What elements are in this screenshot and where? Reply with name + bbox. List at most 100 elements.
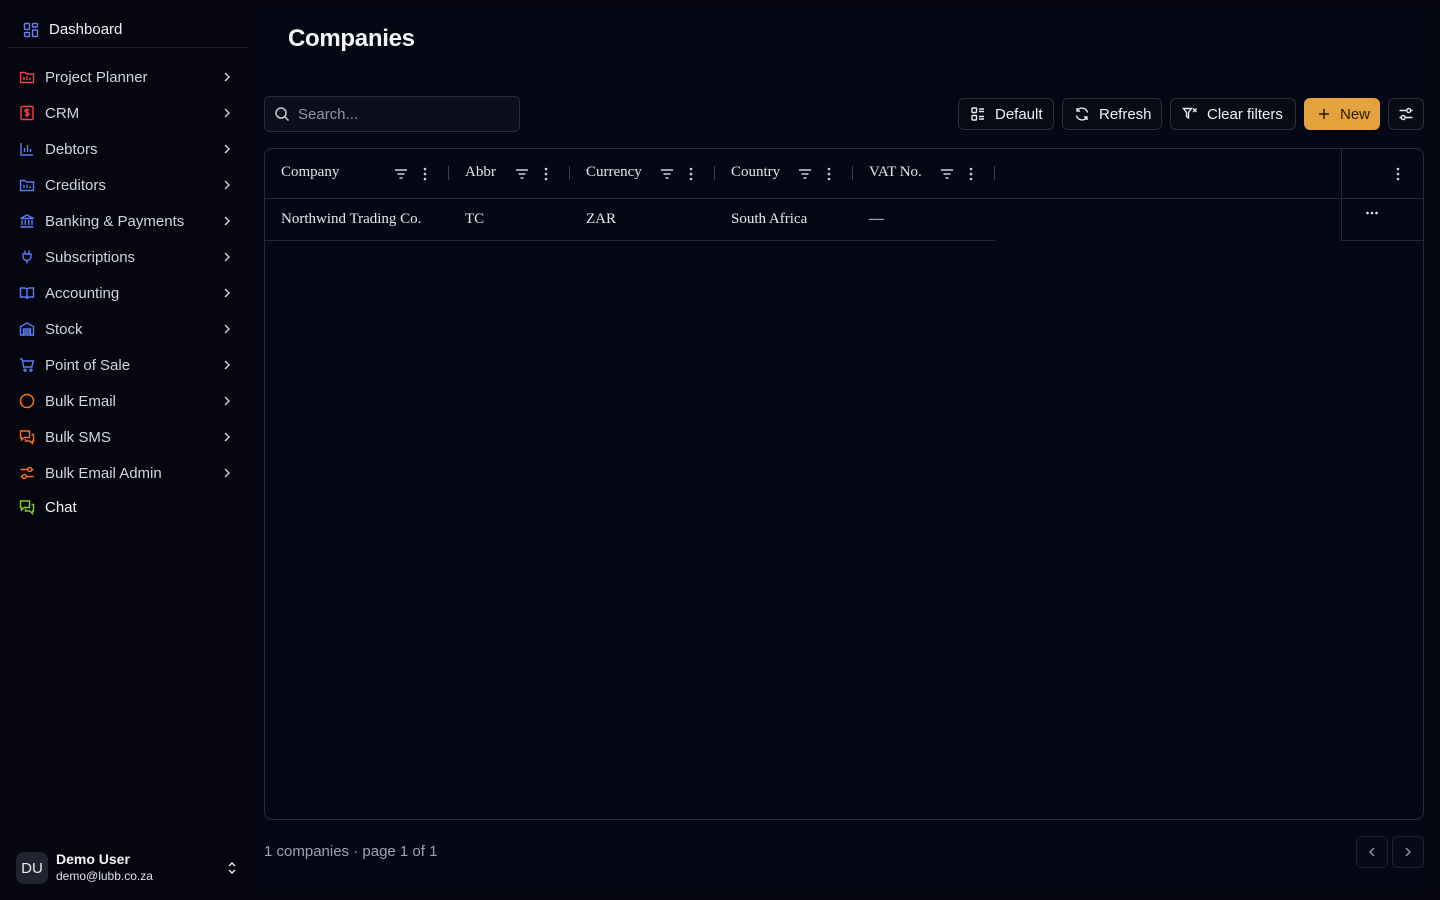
book-open-icon bbox=[19, 285, 35, 301]
new-button[interactable]: New bbox=[1304, 98, 1380, 130]
chevron-right-icon bbox=[224, 108, 231, 118]
messages-icon bbox=[19, 499, 35, 515]
avatar: DU bbox=[16, 852, 48, 884]
layout-grid-icon bbox=[23, 22, 39, 38]
chevron-right-icon bbox=[224, 432, 231, 442]
row-actions-cell bbox=[1341, 199, 1423, 241]
sidebar: Dashboard Project Planner CRM Debtors Cr… bbox=[0, 0, 256, 900]
default-view-label: Default bbox=[995, 105, 1043, 123]
sidebar-item-dashboard[interactable]: Dashboard bbox=[8, 12, 248, 48]
chevron-right-icon bbox=[224, 180, 231, 190]
chevron-right-icon bbox=[224, 288, 231, 298]
sidebar-item-bulk-email-admin[interactable]: Bulk Email Admin bbox=[8, 455, 248, 491]
column-menu-icon[interactable] bbox=[821, 166, 837, 182]
actions-column-header bbox=[1341, 149, 1423, 199]
chevron-up-down-icon bbox=[228, 861, 236, 875]
view-settings-button[interactable] bbox=[1388, 98, 1424, 130]
column-label: VAT No. bbox=[869, 164, 922, 180]
user-email: demo@lubb.co.za bbox=[56, 869, 153, 883]
chevron-right-icon bbox=[224, 72, 231, 82]
table-row[interactable]: Northwind Trading Co. TC ZAR South Afric… bbox=[265, 199, 995, 241]
bank-icon bbox=[19, 213, 35, 229]
cell-vat-no: — bbox=[869, 211, 884, 227]
filter-icon[interactable] bbox=[797, 166, 813, 182]
filter-x-icon bbox=[1182, 107, 1197, 120]
sidebar-item-bulk-email[interactable]: Bulk Email bbox=[8, 383, 248, 419]
table-menu-icon[interactable] bbox=[1390, 166, 1406, 182]
cart-icon bbox=[19, 357, 35, 373]
column-divider[interactable] bbox=[994, 166, 995, 180]
sidebar-item-debtors[interactable]: Debtors bbox=[8, 131, 248, 167]
sidebar-item-crm[interactable]: CRM bbox=[8, 95, 248, 131]
chevron-left-icon bbox=[1368, 847, 1375, 857]
search-box[interactable] bbox=[264, 96, 520, 132]
search-icon bbox=[275, 107, 290, 122]
filter-icon[interactable] bbox=[514, 166, 530, 182]
plug-icon bbox=[19, 249, 35, 265]
chevron-right-icon bbox=[224, 216, 231, 226]
chevron-right-icon bbox=[224, 360, 231, 370]
column-label: Country bbox=[731, 164, 781, 180]
sidebar-item-project-planner[interactable]: Project Planner bbox=[8, 59, 248, 95]
folder-chart-icon bbox=[19, 177, 35, 193]
sidebar-item-label: Project Planner bbox=[45, 68, 148, 86]
column-header-abbr[interactable]: Abbr bbox=[449, 149, 570, 199]
sidebar-item-creditors[interactable]: Creditors bbox=[8, 167, 248, 203]
sidebar-item-subscriptions[interactable]: Subscriptions bbox=[8, 239, 248, 275]
sidebar-item-label: Subscriptions bbox=[45, 248, 136, 266]
messages-icon bbox=[19, 429, 35, 445]
chevron-right-icon bbox=[1405, 847, 1412, 857]
main-content: Companies Default Refresh Clear filters … bbox=[256, 8, 1432, 892]
default-view-button[interactable]: Default bbox=[958, 98, 1054, 130]
sidebar-item-label: Debtors bbox=[45, 140, 98, 158]
column-menu-icon[interactable] bbox=[538, 166, 554, 182]
column-menu-icon[interactable] bbox=[963, 166, 979, 182]
cell-country: South Africa bbox=[731, 211, 808, 227]
previous-page-button[interactable] bbox=[1356, 836, 1388, 868]
cell-company: Northwind Trading Co. bbox=[281, 211, 422, 227]
chevron-right-icon bbox=[224, 144, 231, 154]
column-menu-icon[interactable] bbox=[683, 166, 699, 182]
sidebar-item-accounting[interactable]: Accounting bbox=[8, 275, 248, 311]
list-layout-icon bbox=[971, 107, 984, 121]
sidebar-item-label: Accounting bbox=[45, 284, 120, 302]
new-label: New bbox=[1340, 105, 1371, 123]
more-horizontal-icon[interactable] bbox=[1364, 205, 1380, 221]
sidebar-item-label: Creditors bbox=[45, 176, 106, 194]
filter-icon[interactable] bbox=[939, 166, 955, 182]
cell-abbr: TC bbox=[465, 211, 485, 227]
sidebar-menu: Project Planner CRM Debtors Creditors Ba… bbox=[8, 59, 248, 523]
sidebar-item-label: Point of Sale bbox=[45, 356, 131, 374]
refresh-icon bbox=[1075, 107, 1089, 121]
sidebar-item-bulk-sms[interactable]: Bulk SMS bbox=[8, 419, 248, 455]
chevron-right-icon bbox=[224, 324, 231, 334]
sidebar-item-label: Bulk SMS bbox=[45, 428, 111, 446]
column-header-company[interactable]: Company bbox=[265, 149, 449, 199]
refresh-button[interactable]: Refresh bbox=[1062, 98, 1162, 130]
chevron-right-icon bbox=[224, 252, 231, 262]
sidebar-item-label: Bulk Email Admin bbox=[45, 464, 162, 482]
column-header-vat-no[interactable]: VAT No. bbox=[853, 149, 995, 199]
plus-icon bbox=[1319, 109, 1329, 119]
column-header-country[interactable]: Country bbox=[715, 149, 853, 199]
column-header-currency[interactable]: Currency bbox=[570, 149, 715, 199]
user-name: Demo User bbox=[56, 851, 130, 867]
clear-filters-button[interactable]: Clear filters bbox=[1170, 98, 1296, 130]
page-title: Companies bbox=[288, 25, 415, 52]
column-label: Abbr bbox=[465, 164, 496, 180]
filter-icon[interactable] bbox=[659, 166, 675, 182]
user-menu[interactable]: DU Demo User demo@lubb.co.za bbox=[16, 851, 248, 885]
sidebar-item-stock[interactable]: Stock bbox=[8, 311, 248, 347]
filter-icon[interactable] bbox=[393, 166, 409, 182]
clear-filters-label: Clear filters bbox=[1207, 105, 1283, 123]
sidebar-item-point-of-sale[interactable]: Point of Sale bbox=[8, 347, 248, 383]
next-page-button[interactable] bbox=[1392, 836, 1424, 868]
column-menu-icon[interactable] bbox=[417, 166, 433, 182]
sidebar-item-banking-payments[interactable]: Banking & Payments bbox=[8, 203, 248, 239]
cell-currency: ZAR bbox=[586, 211, 616, 227]
circle-icon bbox=[19, 393, 35, 409]
dollar-box-icon bbox=[19, 105, 35, 121]
table-header: Company Abbr Currency Country VAT No. bbox=[265, 149, 1423, 199]
search-input[interactable] bbox=[298, 105, 498, 123]
sidebar-item-chat[interactable]: Chat bbox=[8, 491, 248, 523]
